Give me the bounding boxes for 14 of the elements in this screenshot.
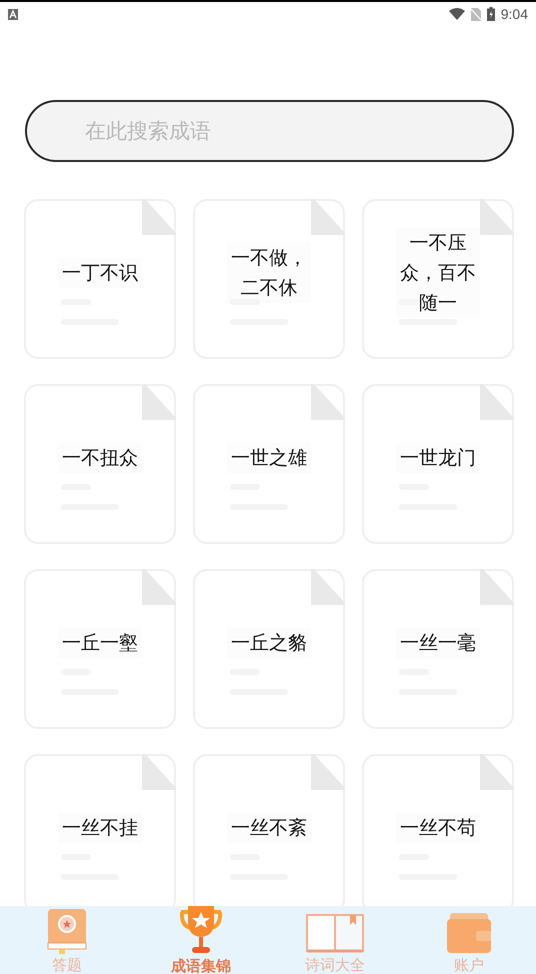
idiom-card[interactable]: 一不做，二不休 xyxy=(193,199,345,359)
search-field[interactable]: 在此搜索成语 xyxy=(25,100,514,162)
idiom-card[interactable]: 一不扭众 xyxy=(24,384,176,544)
idiom-card[interactable]: 一丘之貉 xyxy=(193,569,345,729)
idiom-card[interactable]: 一丝不紊 xyxy=(193,754,345,906)
idiom-card[interactable]: 一丁不识 xyxy=(24,199,176,359)
idiom-card[interactable]: 一丘一壑 xyxy=(24,569,176,729)
idiom-card[interactable]: 一世之雄 xyxy=(193,384,345,544)
idiom-card[interactable]: 一丝不挂 xyxy=(24,754,176,906)
clock-time: 9:04 xyxy=(500,6,528,22)
idiom-card[interactable]: 一丝一毫 xyxy=(362,569,514,729)
idiom-card[interactable]: 一世龙门 xyxy=(362,384,514,544)
idiom-card[interactable]: 一不压众，百不随一 xyxy=(362,199,514,359)
idiom-card[interactable]: 一丝不苟 xyxy=(362,754,514,906)
